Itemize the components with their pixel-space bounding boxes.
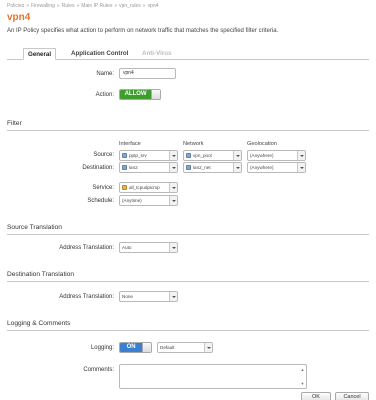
breadcrumb-separator: » — [114, 3, 118, 9]
source-address-translation-select[interactable]: Auto — [119, 242, 178, 253]
breadcrumb-main-ip-rules[interactable]: Main IP Rules — [81, 3, 112, 9]
scroll-up-icon[interactable]: ▲ — [300, 367, 305, 372]
chevron-down-icon — [297, 151, 305, 160]
network-column-header: Network — [183, 141, 204, 147]
ok-button[interactable]: OK — [301, 392, 331, 400]
network-object-icon — [122, 165, 127, 170]
destination-interface-value: lan2 — [129, 165, 138, 170]
comments-textarea[interactable]: ▲ ▼ — [119, 364, 307, 389]
tab-general[interactable]: General — [23, 48, 57, 60]
destination-address-translation-select[interactable]: None — [119, 291, 178, 302]
tab-application-control[interactable]: Application Control — [67, 48, 132, 60]
scroll-down-icon[interactable]: ▼ — [300, 381, 305, 386]
action-toggle-value: ALLOW — [120, 90, 152, 99]
destination-network-select[interactable]: lan2_net — [183, 162, 242, 173]
schedule-value: (Anytime) — [122, 198, 142, 203]
schedule-select[interactable]: (Anytime) — [119, 195, 178, 206]
breadcrumb-rules[interactable]: Rules — [62, 3, 75, 9]
source-network-value: vpn_pool — [193, 153, 212, 158]
filter-section-heading: Filter — [7, 120, 369, 131]
name-label: Name: — [96, 71, 114, 77]
breadcrumb-separator: » — [142, 3, 146, 9]
chevron-down-icon — [297, 163, 305, 172]
source-geolocation-select[interactable]: (Anywhere) — [247, 150, 306, 161]
network-object-icon — [186, 165, 191, 170]
chevron-down-icon — [169, 151, 177, 160]
page-description: An IP Policy specifies what action to pe… — [7, 28, 279, 34]
tab-anti-virus: Anti-Virus — [142, 50, 172, 57]
chevron-down-icon — [233, 151, 241, 160]
logging-label: Logging: — [90, 345, 114, 351]
action-label: Action: — [95, 92, 114, 98]
destination-address-translation-value: None — [122, 294, 133, 299]
destination-translation-section-heading: Destination Translation — [7, 271, 369, 282]
destination-label: Destination: — [82, 165, 114, 171]
source-interface-select[interactable]: pptp_srv — [119, 150, 178, 161]
chevron-down-icon — [169, 183, 177, 192]
network-object-icon — [122, 153, 127, 158]
destination-geolocation-select[interactable]: (Anywhere) — [247, 162, 306, 173]
breadcrumb-policies[interactable]: Policies — [7, 3, 24, 9]
service-label: Service: — [92, 185, 114, 191]
breadcrumb-separator: » — [26, 3, 30, 9]
chevron-down-icon — [169, 163, 177, 172]
logging-toggle-knob — [142, 343, 151, 352]
chevron-down-icon — [169, 243, 177, 252]
service-select[interactable]: all_tcpudpicmp — [119, 182, 178, 193]
action-toggle[interactable]: ALLOW — [119, 89, 161, 100]
logging-comments-section-heading: Logging & Comments — [7, 320, 369, 331]
breadcrumb-current: vpn4 — [147, 3, 159, 9]
source-address-translation-value: Auto — [122, 245, 132, 250]
page-title: vpn4 — [7, 12, 31, 23]
breadcrumb-separator: » — [56, 3, 60, 9]
chevron-down-icon — [169, 292, 177, 301]
action-toggle-knob — [151, 90, 160, 99]
source-network-select[interactable]: vpn_pool — [183, 150, 242, 161]
breadcrumb-separator: » — [76, 3, 80, 9]
source-translation-section-heading: Source Translation — [7, 224, 369, 235]
geolocation-column-header: Geolocation — [247, 141, 277, 147]
log-setting-value: Default — [160, 345, 175, 350]
chevron-down-icon — [233, 163, 241, 172]
service-object-icon — [122, 185, 127, 190]
comments-label: Comments: — [83, 367, 114, 373]
destination-geolocation-value: (Anywhere) — [250, 165, 274, 170]
breadcrumb-firewalling[interactable]: Firewalling — [31, 3, 55, 9]
network-object-icon — [186, 153, 191, 158]
cancel-button[interactable]: Cancel — [335, 392, 369, 400]
source-geolocation-value: (Anywhere) — [250, 153, 274, 158]
source-interface-value: pptp_srv — [129, 153, 147, 158]
name-input[interactable]: vpn4 — [119, 68, 176, 79]
interface-column-header: Interface — [119, 141, 141, 147]
service-value: all_tcpudpicmp — [129, 185, 160, 190]
destination-network-value: lan2_net — [193, 165, 211, 170]
destination-address-translation-label: Address Translation: — [59, 294, 114, 300]
log-setting-select[interactable]: Default — [157, 342, 213, 353]
logging-toggle-value: ON — [120, 343, 143, 352]
logging-toggle[interactable]: ON — [119, 342, 152, 353]
destination-interface-select[interactable]: lan2 — [119, 162, 178, 173]
tab-bar: General Application Control Anti-Virus — [7, 46, 369, 60]
source-address-translation-label: Address Translation: — [59, 245, 114, 251]
chevron-down-icon — [204, 343, 212, 352]
breadcrumb: Policies» Firewalling» Rules» Main IP Rules… — [7, 3, 158, 9]
breadcrumb-vpn-rules[interactable]: vpn_rules — [119, 3, 141, 9]
source-label: Source: — [93, 152, 114, 158]
schedule-label: Schedule: — [87, 198, 114, 204]
chevron-down-icon — [169, 196, 177, 205]
